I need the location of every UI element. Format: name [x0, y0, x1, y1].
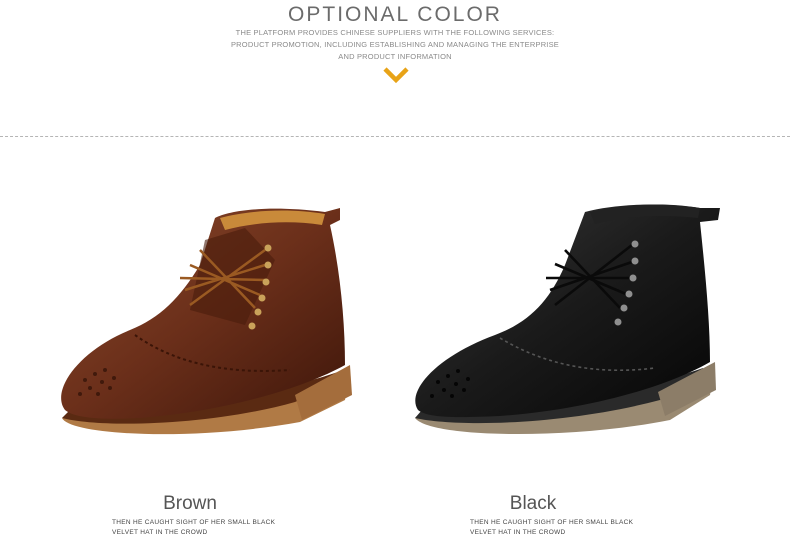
black-boot-image — [415, 204, 720, 435]
product-name-black: Black — [509, 493, 557, 514]
product-description-line-1: THEN HE CAUGHT SIGHT OF HER SMALL BLACK — [112, 519, 276, 526]
section-divider — [0, 136, 790, 137]
product-description-black: THEN HE CAUGHT SIGHT OF HER SMALL BLACK … — [470, 518, 730, 537]
section-description: THE PLATFORM PROVIDES CHINESE SUPPLIERS … — [0, 27, 790, 63]
product-description-line-2: VELVET HAT IN THE CROWD — [470, 528, 566, 536]
description-line-1: THE PLATFORM PROVIDES CHINESE SUPPLIERS … — [235, 28, 555, 37]
chevron-down-icon — [383, 67, 409, 84]
product-description-line-2: VELVET HAT IN THE CROWD — [112, 528, 208, 536]
description-line-2: PRODUCT PROMOTION, INCLUDING ESTABLISHIN… — [230, 40, 559, 49]
product-card-brown[interactable]: Brown THEN HE CAUGHT SIGHT OF HER SMALL … — [40, 190, 380, 536]
product-description-line-1: THEN HE CAUGHT SIGHT OF HER SMALL BLACK — [470, 519, 634, 526]
product-card-black[interactable]: Black THEN HE CAUGHT SIGHT OF HER SMALL … — [400, 190, 740, 536]
description-line-3: AND PRODUCT INFORMATION — [338, 52, 452, 61]
section-title: OPTIONAL COLOR — [288, 3, 502, 26]
product-description-brown: THEN HE CAUGHT SIGHT OF HER SMALL BLACK … — [112, 518, 372, 537]
product-name-brown: Brown — [163, 493, 217, 514]
brown-boot-image — [61, 208, 352, 435]
